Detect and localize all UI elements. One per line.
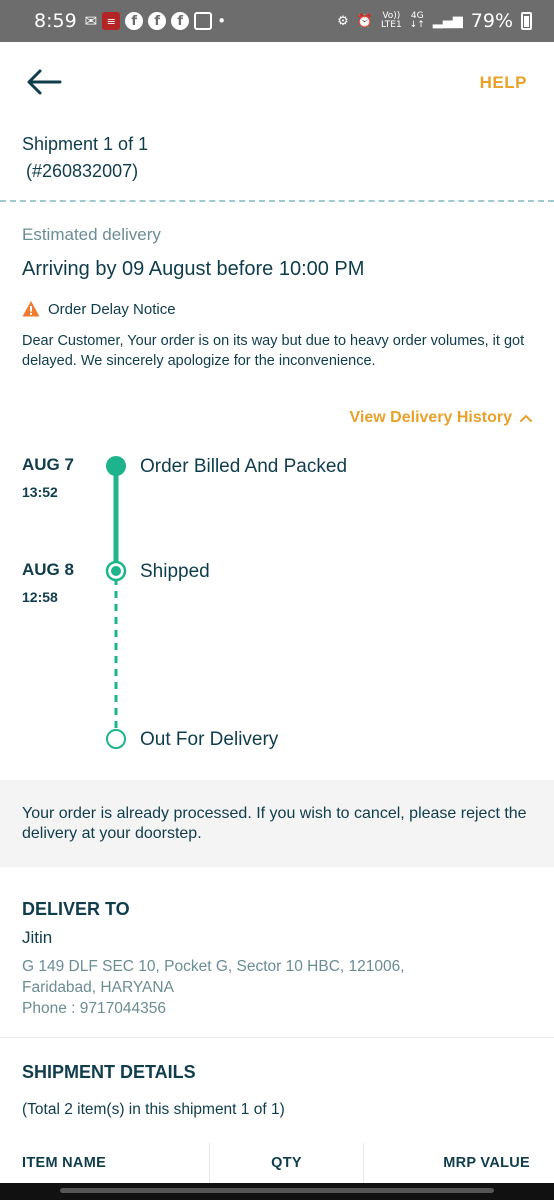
volte-icon: Vo)) LTE1 [380, 11, 402, 30]
battery-percent: 79% [470, 10, 513, 32]
network-type-icon: 4G ↓↑ [409, 11, 425, 30]
facebook-icon: f [148, 12, 167, 30]
status-time: 8:59 [34, 10, 77, 32]
app-notification-icon: ≡ [102, 12, 121, 30]
address-line: G 149 DLF SEC 10, Pocket G, Sector 10 HB… [22, 958, 405, 975]
system-icons: ⚙ ⏰ Vo)) LTE1 4G ↓↑ ▂▄▆ 79% [337, 10, 532, 32]
shipment-count: Shipment 1 of 1 [22, 134, 149, 154]
processed-notice: Your order is already processed. If you … [0, 780, 554, 867]
help-button[interactable]: HELP [480, 73, 527, 93]
shipment-details-title: SHIPMENT DETAILS [22, 1062, 196, 1082]
delivery-address: G 149 DLF SEC 10, Pocket G, Sector 10 HB… [22, 956, 522, 1019]
dashed-divider [0, 200, 554, 202]
facebook-icon: f [125, 12, 144, 30]
timeline-dot-current-inner [111, 566, 121, 576]
recipient-name: Jitin [22, 928, 53, 947]
facebook-icon: f [171, 12, 190, 30]
delivery-timeline [105, 456, 127, 749]
timeline-time: 12:58 [22, 589, 58, 605]
arriving-text: Arriving by 09 August before 10:00 PM [22, 258, 365, 280]
back-arrow-icon[interactable] [26, 68, 62, 96]
column-header-mrp-value: MRP VALUE [443, 1155, 530, 1171]
phone-number: Phone : 9717044356 [22, 1000, 166, 1017]
section-divider [0, 1037, 554, 1038]
view-delivery-history-label: View Delivery History [349, 409, 512, 426]
mail-notification-icon: ✉ [84, 12, 98, 30]
timeline-date: AUG 7 [22, 455, 74, 474]
notification-icons: ✉ ≡ f f f • [85, 12, 226, 30]
chevron-up-icon [520, 414, 532, 422]
shipment-title: Shipment 1 of 1 (#260832007) [22, 131, 148, 185]
app-header: HELP [0, 42, 554, 122]
home-gesture-bar[interactable] [60, 1188, 494, 1193]
app-square-icon [194, 12, 213, 30]
battery-icon [521, 12, 532, 30]
timeline-status: Out For Delivery [140, 729, 279, 750]
system-nav-bar [0, 1183, 554, 1200]
items-table-header: ITEM NAME QTY MRP VALUE [0, 1143, 554, 1183]
alarm-icon: ⏰ [356, 13, 373, 29]
delay-notice-title: Order Delay Notice [48, 300, 176, 318]
shipment-details-subtitle: (Total 2 item(s) in this shipment 1 of 1… [22, 1101, 285, 1118]
timeline-status: Shipped [140, 561, 210, 582]
timeline-dot-done [106, 456, 126, 476]
warning-icon [22, 301, 40, 317]
deliver-to-title: DELIVER TO [22, 899, 130, 919]
timeline-date: AUG 8 [22, 560, 74, 579]
order-id: (#260832007) [26, 161, 139, 181]
delay-notice-header: Order Delay Notice [22, 300, 176, 318]
column-header-qty: QTY [210, 1143, 364, 1183]
column-header-item-name: ITEM NAME [0, 1143, 210, 1183]
status-bar: 8:59 ✉ ≡ f f f • ⚙ ⏰ Vo)) LTE1 4G ↓↑ ▂▄▆ 7… [0, 0, 554, 42]
signal-icon: ▂▄▆ [432, 13, 463, 29]
battery-saver-icon: ⚙ [337, 13, 349, 29]
timeline-time: 13:52 [22, 484, 58, 500]
view-delivery-history-link[interactable]: View Delivery History [350, 409, 532, 427]
estimated-delivery-label: Estimated delivery [22, 225, 161, 244]
timeline-status: Order Billed And Packed [140, 456, 348, 477]
timeline-dot-pending [106, 729, 126, 749]
more-notifications-dot-icon: • [217, 12, 227, 30]
address-line: Faridabad, HARYANA [22, 979, 174, 996]
delay-notice-body: Dear Customer, Your order is on its way … [22, 333, 525, 369]
